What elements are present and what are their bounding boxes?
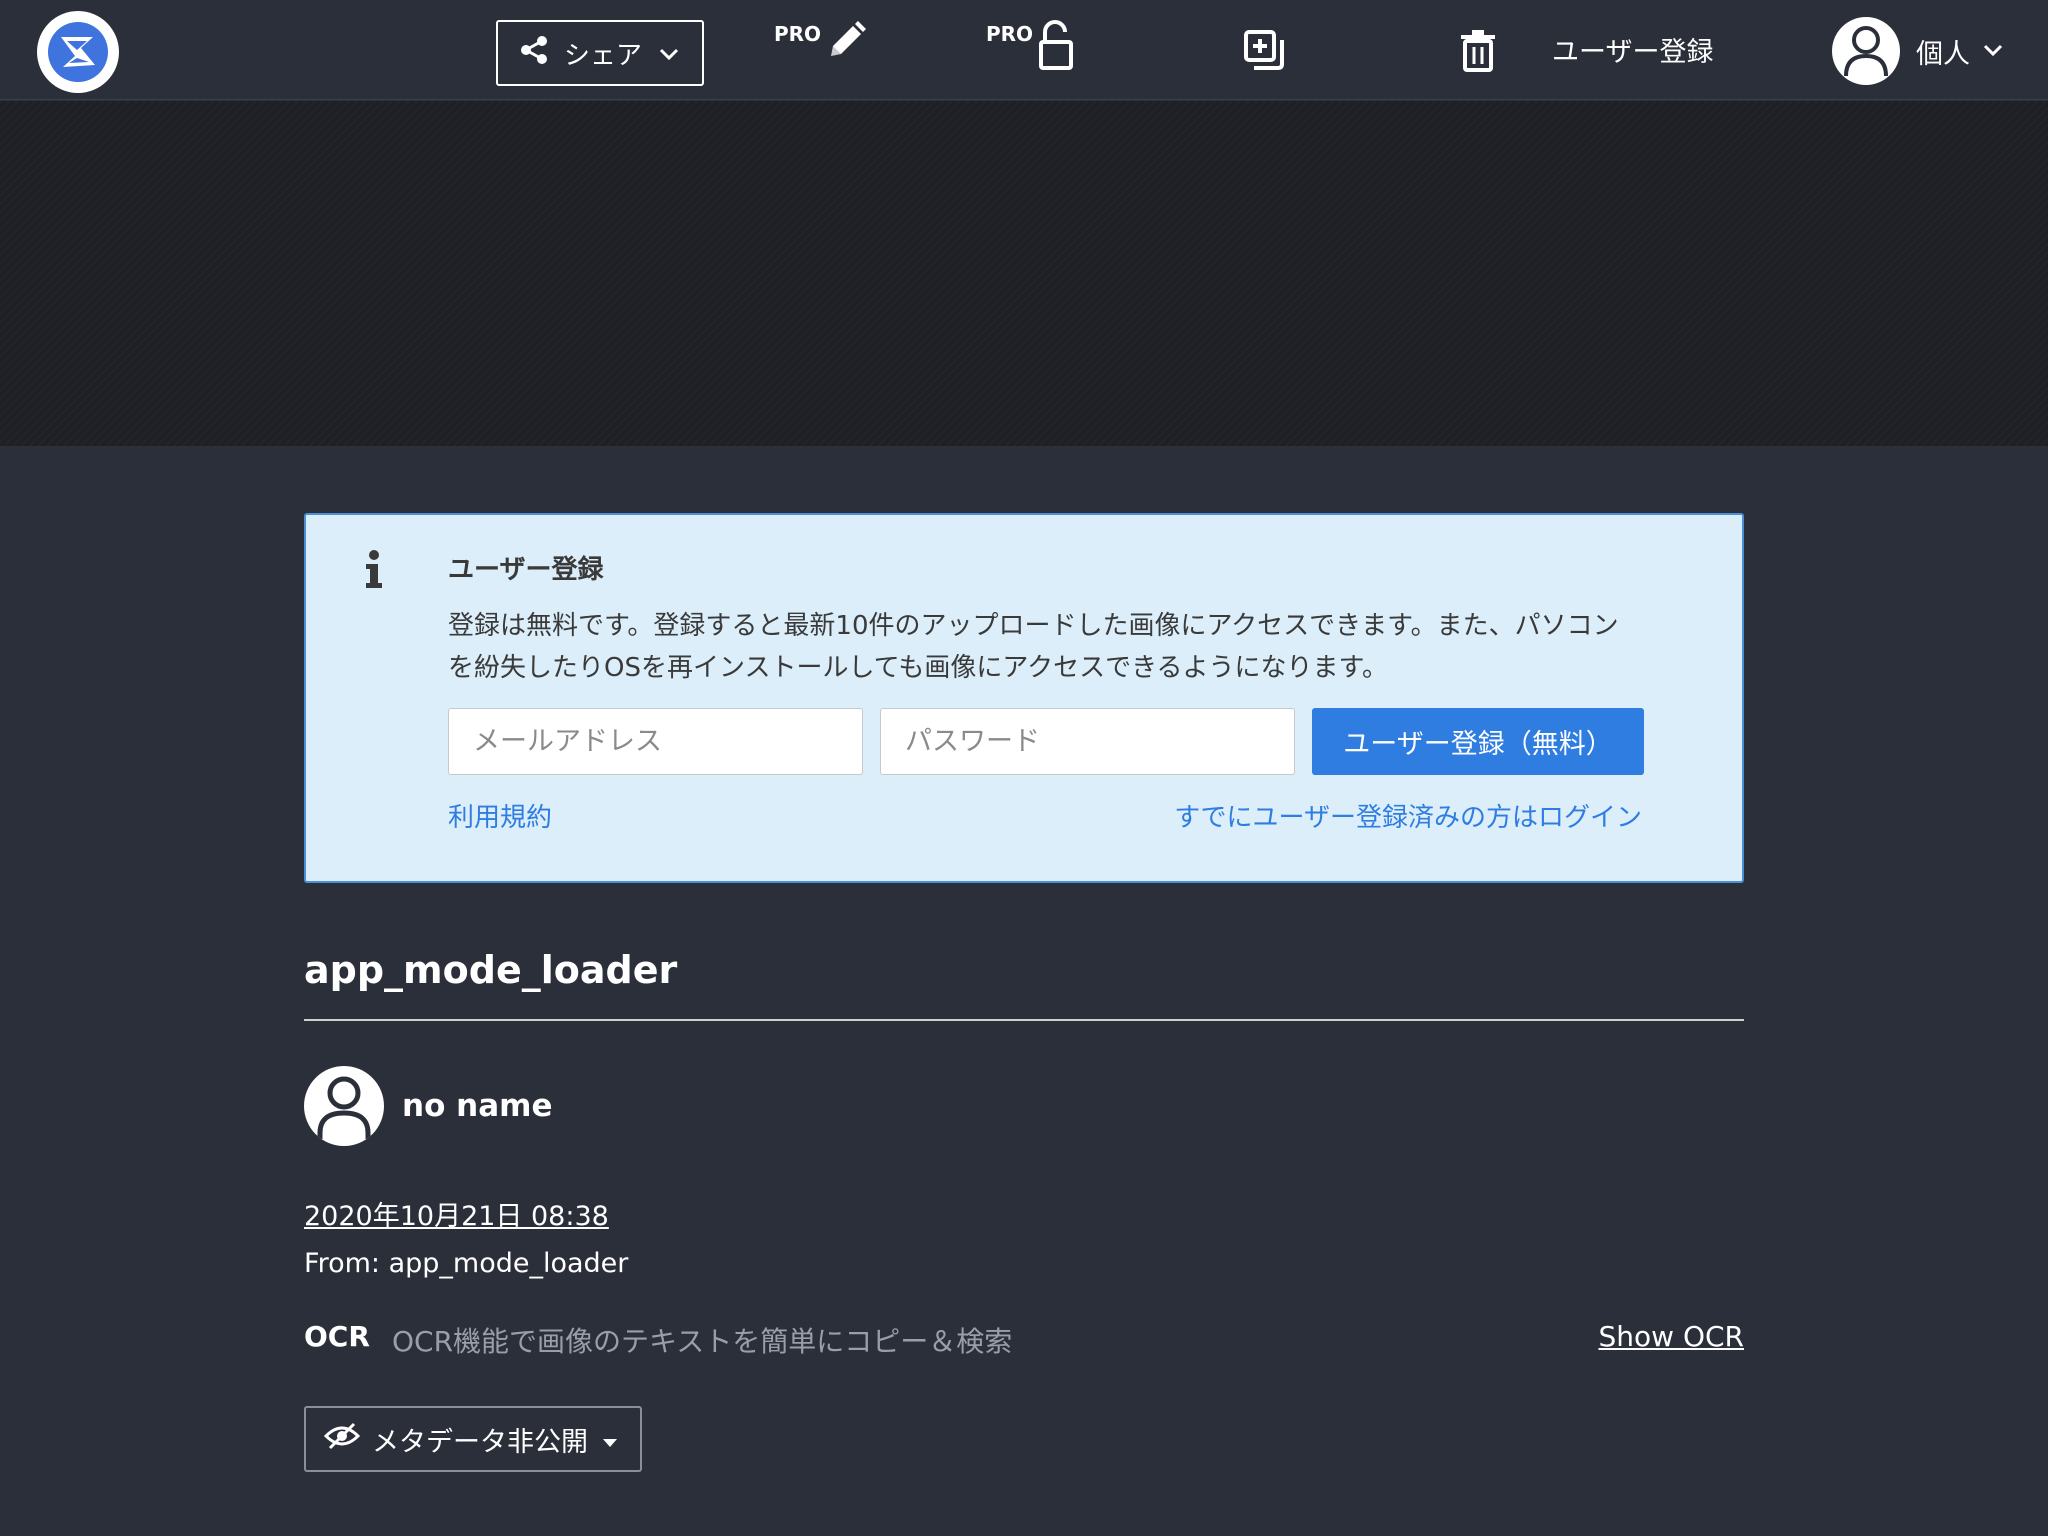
- info-icon: [362, 549, 386, 593]
- page-title: app_mode_loader: [304, 948, 678, 992]
- register-info-box: ユーザー登録 登録は無料です。登録すると最新10件のアップロードした画像にアクセ…: [304, 513, 1744, 883]
- header-register-link[interactable]: ユーザー登録: [1552, 30, 1713, 69]
- pencil-icon: [823, 16, 867, 70]
- ocr-label: OCR: [304, 1320, 370, 1353]
- trash-icon: [1458, 28, 1498, 76]
- terms-link[interactable]: 利用規約: [448, 797, 552, 834]
- app-logo-icon[interactable]: [37, 11, 119, 93]
- share-button-label: シェア: [564, 40, 643, 71]
- email-field[interactable]: [448, 708, 863, 775]
- lock-pro-button[interactable]: PRO: [986, 16, 1075, 86]
- source-app: From: app_mode_loader: [304, 1248, 629, 1279]
- password-field[interactable]: [880, 708, 1295, 775]
- author-name: no name: [402, 1088, 553, 1124]
- upload-timestamp[interactable]: 2020年10月21日 08:38: [304, 1194, 609, 1233]
- show-ocr-link[interactable]: Show OCR: [1599, 1320, 1745, 1353]
- chevron-down-icon: [1982, 42, 2004, 61]
- register-submit-button[interactable]: ユーザー登録（無料）: [1312, 708, 1644, 775]
- unlock-icon: [1035, 16, 1075, 76]
- pro-badge: PRO: [986, 22, 1034, 46]
- metadata-privacy-button[interactable]: メタデータ非公開: [304, 1406, 642, 1472]
- login-link[interactable]: すでにユーザー登録済みの方はログイン: [1174, 797, 1642, 834]
- user-menu[interactable]: 個人: [1832, 16, 2004, 86]
- image-preview: [0, 101, 2048, 446]
- user-menu-label: 個人: [1916, 38, 1970, 70]
- edit-pro-button[interactable]: PRO: [774, 16, 867, 86]
- delete-button[interactable]: [1458, 28, 1498, 98]
- duplicate-button[interactable]: [1242, 28, 1286, 98]
- eye-slash-icon: [323, 1422, 361, 1457]
- avatar-icon: [304, 1066, 384, 1146]
- top-navbar: シェア PRO PRO ユーザー登録 個人: [0, 0, 2048, 100]
- share-icon: [518, 34, 550, 73]
- metadata-privacy-label: メタデータ非公開: [372, 1426, 588, 1458]
- chevron-down-icon: [658, 38, 680, 68]
- caret-down-icon: [602, 1424, 618, 1455]
- ocr-description: OCR機能で画像のテキストを簡単にコピー＆検索: [392, 1325, 1013, 1358]
- author: no name: [304, 1066, 552, 1146]
- share-button[interactable]: シェア: [496, 20, 704, 86]
- divider: [304, 1019, 1744, 1021]
- user-avatar-icon: [1832, 17, 1900, 85]
- info-box-description: 登録は無料です。登録すると最新10件のアップロードした画像にアクセスできます。ま…: [448, 611, 1619, 683]
- add-copy-icon: [1242, 28, 1286, 76]
- info-box-title: ユーザー登録: [448, 555, 604, 585]
- pro-badge: PRO: [774, 22, 822, 46]
